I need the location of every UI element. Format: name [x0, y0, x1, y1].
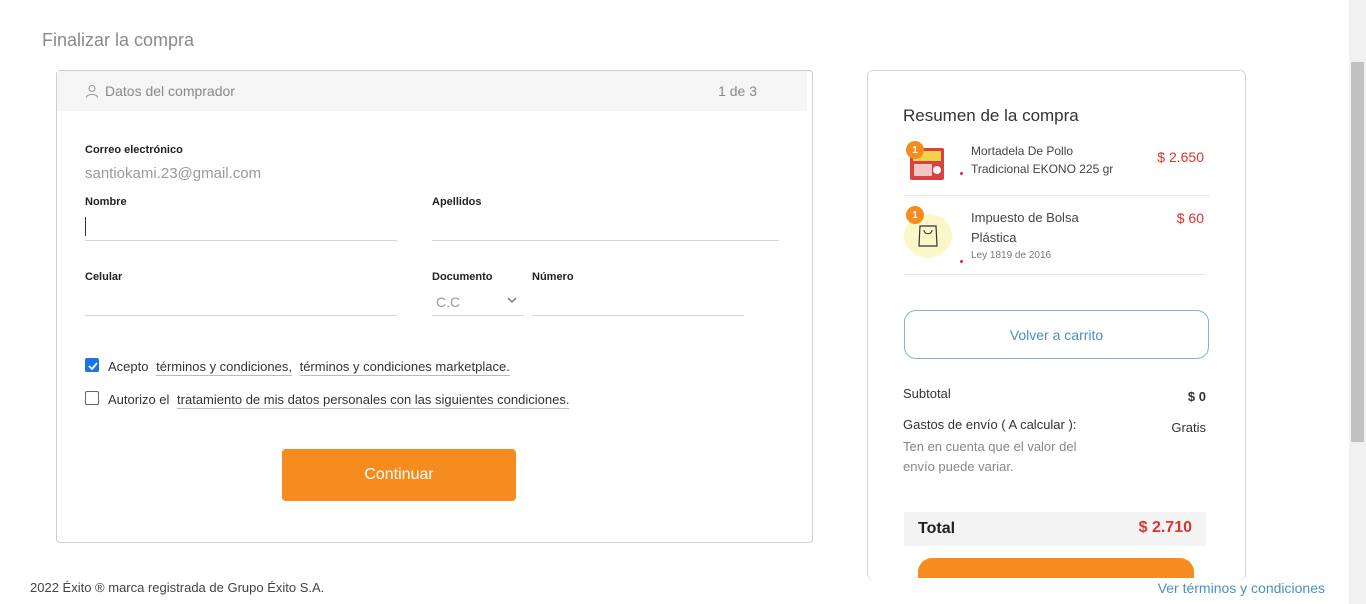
marketplace-terms-link[interactable]: términos y condiciones marketplace.	[299, 359, 510, 376]
product-subtext: Ley 1819 de 2016	[971, 250, 1052, 261]
form-header: Datos del comprador 1 de 3	[57, 71, 807, 111]
numero-input[interactable]	[532, 290, 744, 316]
terms-checkbox[interactable]	[85, 358, 99, 372]
scrollbar-thumb[interactable]	[1351, 62, 1364, 442]
celular-label: Celular	[85, 271, 123, 283]
status-dot	[960, 260, 963, 263]
subtotal-label: Subtotal	[903, 386, 951, 401]
checkmark-icon	[88, 362, 98, 371]
shipping-note-line2: envío puede variar.	[903, 459, 1014, 474]
email-value: santiokami.23@gmail.com	[85, 165, 262, 182]
numero-label: Número	[532, 271, 574, 283]
checkout-button[interactable]	[918, 558, 1194, 578]
email-label: Correo electrónico	[85, 144, 183, 156]
product-price: $ 60	[1176, 210, 1204, 226]
documento-selected-value: C.C	[436, 293, 461, 310]
shipping-note-line1: Ten en cuenta que el valor del	[903, 439, 1077, 454]
summary-title: Resumen de la compra	[903, 106, 1079, 125]
chevron-down-icon	[507, 297, 517, 303]
back-to-cart-button[interactable]: Volver a carrito	[904, 310, 1209, 359]
terms-link[interactable]: términos y condiciones,	[156, 359, 292, 376]
shipping-value: Gratis	[1171, 420, 1206, 435]
status-dot	[960, 172, 963, 175]
celular-input[interactable]	[85, 290, 397, 316]
product-name-line1: Mortadela De Pollo	[971, 144, 1074, 158]
quantity-badge: 1	[906, 206, 924, 224]
privacy-checkbox[interactable]	[85, 391, 99, 405]
privacy-text: Autorizo el tratamiento de mis datos per…	[108, 392, 570, 409]
documento-label: Documento	[432, 271, 493, 283]
terms-prefix: Acepto	[108, 359, 149, 374]
product-name-line1: Impuesto de Bolsa	[971, 210, 1079, 225]
product-name: Impuesto de Bolsa Plástica	[971, 208, 1079, 248]
subtotal-value: $ 0	[1187, 389, 1206, 404]
divider	[904, 274, 1206, 275]
product-name-line2: Tradicional EKONO 225 gr	[971, 162, 1114, 176]
total-value: $ 2.710	[1138, 519, 1192, 536]
apellidos-label: Apellidos	[432, 196, 482, 208]
divider	[904, 195, 1209, 196]
privacy-link[interactable]: tratamiento de mis datos personales con …	[177, 392, 570, 409]
product-price: $ 2.650	[1157, 149, 1204, 165]
product-name: Mortadela De Pollo Tradicional EKONO 225…	[971, 142, 1113, 178]
step-indicator: 1 de 3	[718, 83, 757, 99]
quantity-badge: 1	[906, 141, 924, 159]
nombre-label: Nombre	[85, 196, 127, 208]
privacy-prefix: Autorizo el	[108, 392, 170, 407]
footer-copyright: 2022 Éxito ® marca registrada de Grupo É…	[30, 580, 325, 595]
text-caret	[85, 217, 86, 236]
user-icon	[85, 84, 99, 98]
shipping-note: Ten en cuenta que el valor del envío pue…	[903, 437, 1076, 477]
form-header-title: Datos del comprador	[105, 83, 235, 99]
product-name-line2: Plástica	[971, 230, 1017, 245]
total-bar: Total $ 2.710	[904, 512, 1206, 546]
terms-text: Acepto términos y condiciones, términos …	[108, 359, 510, 376]
nombre-input[interactable]	[85, 215, 397, 241]
documento-select[interactable]: C.C	[432, 288, 524, 316]
total-label: Total	[918, 520, 956, 537]
shipping-label: Gastos de envío ( A calcular ):	[903, 417, 1077, 432]
continue-button[interactable]: Continuar	[282, 449, 516, 501]
footer-terms-link[interactable]: Ver términos y condiciones	[1158, 580, 1325, 596]
page-title: Finalizar la compra	[42, 30, 195, 50]
apellidos-input[interactable]	[432, 215, 779, 241]
